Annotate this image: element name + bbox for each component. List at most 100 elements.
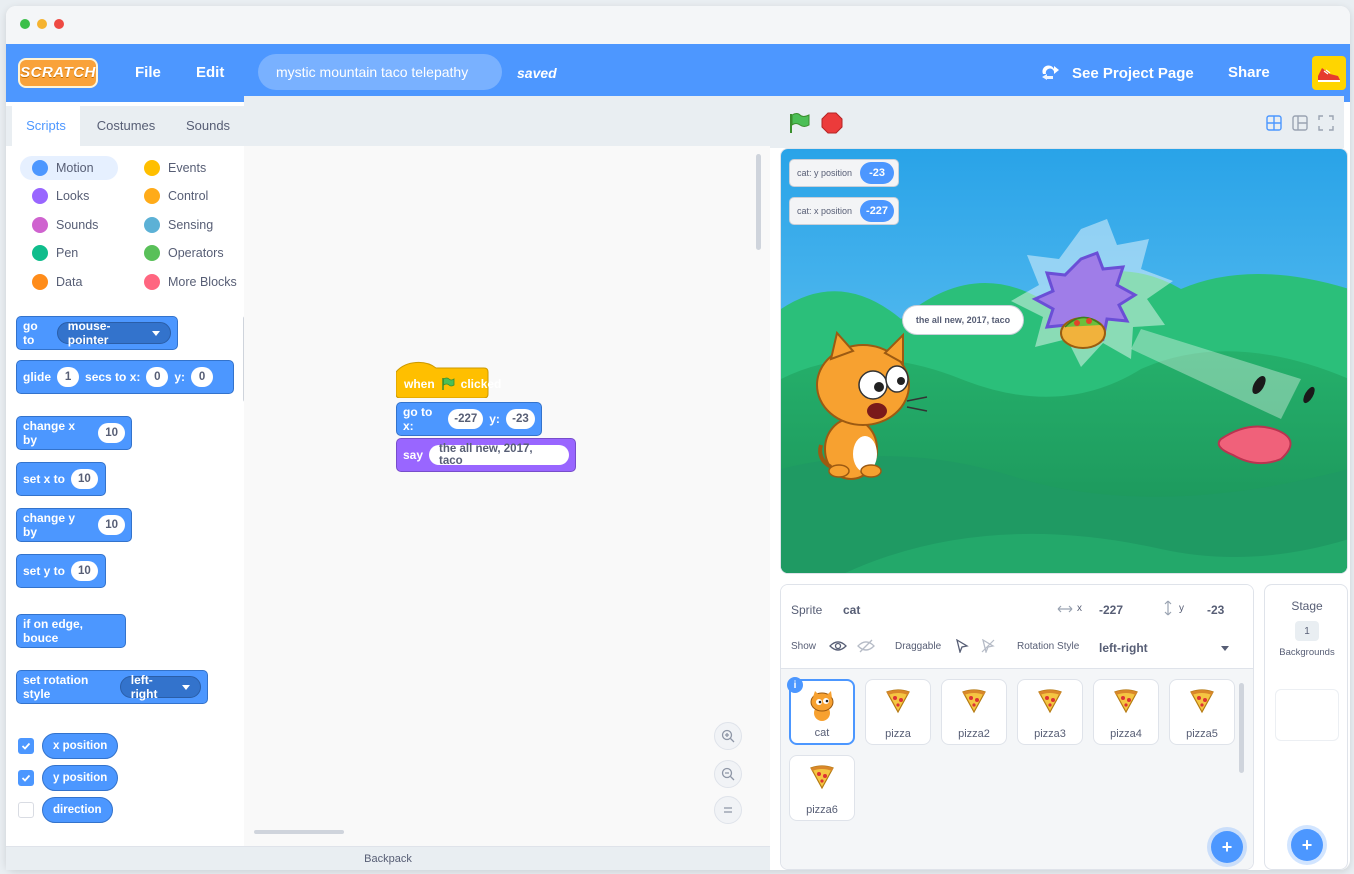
file-menu[interactable]: File bbox=[135, 64, 161, 81]
sprite-tile-pizza5[interactable]: pizza5 bbox=[1169, 679, 1235, 745]
motion-dot-icon bbox=[32, 160, 48, 176]
window-close-dot[interactable] bbox=[54, 19, 64, 29]
category-data[interactable]: Data bbox=[20, 270, 118, 294]
x-position-reporter[interactable]: x position bbox=[42, 733, 119, 759]
zoom-reset-button[interactable] bbox=[714, 796, 742, 824]
eye-hidden-icon[interactable] bbox=[857, 639, 875, 653]
change-y-input[interactable]: 10 bbox=[98, 515, 125, 535]
go-to-xy-block[interactable]: go to x: -227 y: -23 bbox=[396, 402, 542, 436]
window-zoom-dot[interactable] bbox=[20, 19, 30, 29]
set-x-block[interactable]: set x to 10 bbox=[16, 462, 106, 496]
zoom-in-icon bbox=[721, 729, 735, 743]
category-control[interactable]: Control bbox=[132, 184, 240, 208]
stop-button[interactable] bbox=[821, 112, 843, 134]
add-backdrop-button[interactable]: + bbox=[1291, 829, 1323, 861]
category-operators[interactable]: Operators bbox=[132, 241, 240, 265]
y-position-reporter[interactable]: y position bbox=[42, 765, 119, 791]
editor-tabs: Scripts Costumes Sounds bbox=[6, 106, 244, 146]
backpack-bar[interactable]: Backpack bbox=[6, 846, 770, 870]
share-button[interactable]: Share bbox=[1228, 64, 1270, 81]
block-palette: Scripts Costumes Sounds Motion Events Lo… bbox=[6, 106, 248, 846]
sprite-name: pizza4 bbox=[1110, 728, 1142, 740]
sprite-tile-pizza4[interactable]: pizza4 bbox=[1093, 679, 1159, 745]
small-stage-icon[interactable] bbox=[1266, 115, 1282, 131]
window-minimize-dot[interactable] bbox=[37, 19, 47, 29]
category-events[interactable]: Events bbox=[132, 156, 240, 180]
go-to-y-input[interactable]: -23 bbox=[505, 409, 535, 429]
block-label: change y by bbox=[23, 511, 76, 539]
y-position-monitor[interactable]: cat: y position -23 bbox=[789, 159, 900, 187]
sprite-name-field[interactable]: cat bbox=[843, 603, 860, 617]
sprite-tile-pizza[interactable]: pizza bbox=[865, 679, 931, 745]
glide-x-input[interactable]: 0 bbox=[146, 367, 169, 387]
change-y-block[interactable]: change y by 10 bbox=[16, 508, 132, 542]
edit-menu[interactable]: Edit bbox=[196, 64, 224, 81]
more-blocks-dot-icon bbox=[144, 274, 160, 290]
add-sprite-button[interactable]: + bbox=[1211, 831, 1243, 863]
category-sensing[interactable]: Sensing bbox=[132, 213, 240, 237]
stage-pane[interactable]: Stage 1 Backgrounds + bbox=[1264, 584, 1348, 870]
category-pen[interactable]: Pen bbox=[20, 241, 118, 265]
sprite-list-scrollbar[interactable] bbox=[1239, 683, 1244, 773]
bounce-block[interactable]: if on edge, bouce bbox=[16, 614, 126, 648]
sprite-tile-cat[interactable]: cat i bbox=[787, 677, 855, 745]
sprite-tile-pizza2[interactable]: pizza2 bbox=[941, 679, 1007, 745]
see-project-page-button[interactable]: See Project Page bbox=[1040, 62, 1194, 84]
rotation-style-dropdown[interactable]: left-right bbox=[119, 673, 201, 701]
tab-costumes[interactable]: Costumes bbox=[84, 106, 168, 146]
set-x-input[interactable]: 10 bbox=[71, 469, 98, 489]
direction-checkbox[interactable] bbox=[18, 802, 34, 818]
rotation-style-select[interactable]: left-right bbox=[1099, 641, 1148, 655]
stage-canvas[interactable]: cat: y position -23 cat: x position -227… bbox=[780, 148, 1348, 574]
user-avatar[interactable] bbox=[1312, 56, 1346, 90]
info-icon[interactable]: i bbox=[787, 677, 803, 693]
set-y-input[interactable]: 10 bbox=[71, 561, 98, 581]
script-vertical-scrollbar[interactable] bbox=[756, 154, 761, 250]
rotation-caret-down-icon[interactable] bbox=[1221, 646, 1229, 651]
set-rotation-style-block[interactable]: set rotation style left-right bbox=[16, 670, 208, 704]
glide-y-input[interactable]: 0 bbox=[191, 367, 214, 387]
direction-reporter[interactable]: direction bbox=[42, 797, 113, 823]
y-position-checkbox[interactable] bbox=[18, 770, 34, 786]
category-more-blocks[interactable]: More Blocks bbox=[132, 270, 244, 294]
say-text-input[interactable]: the all new, 2017, taco bbox=[429, 443, 569, 467]
category-label: Pen bbox=[56, 246, 79, 260]
block-label: go to bbox=[23, 319, 38, 347]
normal-stage-icon[interactable] bbox=[1292, 115, 1308, 131]
sprite-tile-pizza6[interactable]: pizza6 bbox=[789, 755, 855, 821]
y-value-field[interactable]: -23 bbox=[1207, 603, 1224, 617]
category-motion[interactable]: Motion bbox=[20, 156, 118, 180]
sprite-name: pizza5 bbox=[1186, 728, 1218, 740]
script-horizontal-scrollbar[interactable] bbox=[254, 830, 344, 834]
glide-block[interactable]: glide 1 secs to x: 0 y: 0 bbox=[16, 360, 234, 394]
x-value-field[interactable]: -227 bbox=[1099, 603, 1123, 617]
x-position-checkbox[interactable] bbox=[18, 738, 34, 754]
cursor-icon[interactable] bbox=[955, 639, 969, 653]
zoom-in-button[interactable] bbox=[714, 722, 742, 750]
script-area[interactable]: when clicked go to x: -227 y: -23 say th… bbox=[244, 96, 770, 846]
set-y-block[interactable]: set y to 10 bbox=[16, 554, 106, 588]
category-label: Sounds bbox=[56, 218, 99, 232]
go-to-block[interactable]: go to mouse-pointer bbox=[16, 316, 178, 350]
tab-scripts[interactable]: Scripts bbox=[12, 106, 80, 146]
change-x-block[interactable]: change x by 10 bbox=[16, 416, 132, 450]
category-sounds[interactable]: Sounds bbox=[20, 213, 118, 237]
stage-thumbnail[interactable] bbox=[1275, 689, 1339, 741]
sprite-tile-pizza3[interactable]: pizza3 bbox=[1017, 679, 1083, 745]
green-flag-button[interactable] bbox=[788, 112, 810, 134]
project-title-input[interactable] bbox=[258, 54, 502, 90]
when-flag-clicked-block[interactable]: when clicked bbox=[398, 370, 507, 398]
say-block[interactable]: say the all new, 2017, taco bbox=[396, 438, 576, 472]
category-looks[interactable]: Looks bbox=[20, 184, 118, 208]
change-x-input[interactable]: 10 bbox=[98, 423, 125, 443]
eye-icon[interactable] bbox=[829, 639, 847, 653]
x-position-monitor[interactable]: cat: x position -227 bbox=[789, 197, 900, 225]
zoom-out-button[interactable] bbox=[714, 760, 742, 788]
fullscreen-icon[interactable] bbox=[1318, 115, 1334, 131]
go-to-x-input[interactable]: -227 bbox=[448, 409, 484, 429]
go-to-dropdown[interactable]: mouse-pointer bbox=[56, 319, 171, 347]
glide-secs-input[interactable]: 1 bbox=[57, 367, 80, 387]
scratch-logo[interactable]: SCRATCH bbox=[18, 58, 98, 88]
cursor-disabled-icon[interactable] bbox=[981, 639, 995, 653]
tab-sounds[interactable]: Sounds bbox=[172, 106, 244, 146]
